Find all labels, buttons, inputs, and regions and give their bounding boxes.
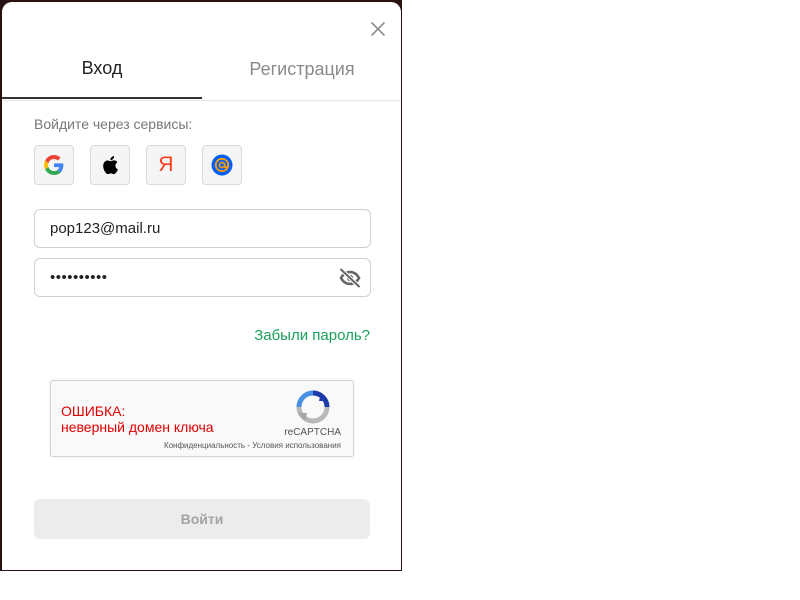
password-field[interactable]: ••••••••••: [34, 258, 371, 297]
services-label: Войдите через сервисы:: [34, 116, 193, 132]
recaptcha-error-message: неверный домен ключа: [61, 419, 214, 435]
password-input[interactable]: ••••••••••: [50, 269, 330, 286]
email-input[interactable]: [50, 220, 330, 237]
close-icon: [371, 22, 385, 36]
close-button[interactable]: [368, 19, 388, 39]
toggle-password-visibility-button[interactable]: [338, 267, 362, 289]
recaptcha-error: ОШИБКА: неверный домен ключа: [61, 403, 214, 435]
mailru-login-button[interactable]: [202, 145, 242, 185]
social-login-buttons: Я: [34, 145, 242, 185]
recaptcha-terms-link[interactable]: Условия использования: [252, 441, 341, 450]
auth-tabs: Вход Регистрация: [2, 40, 401, 101]
auth-modal: Вход Регистрация Войдите через сервисы: …: [2, 2, 401, 570]
apple-icon: [103, 156, 118, 175]
recaptcha-links: Конфиденциальность - Условия использован…: [164, 441, 341, 450]
google-icon: [44, 155, 64, 175]
tab-register[interactable]: Регистрация: [202, 40, 402, 99]
yandex-login-button[interactable]: Я: [146, 145, 186, 185]
email-field[interactable]: [34, 209, 371, 248]
recaptcha-logo-icon: [296, 390, 330, 424]
login-submit-button[interactable]: Войти: [34, 499, 370, 539]
forgot-password-link[interactable]: Забыли пароль?: [254, 327, 370, 344]
recaptcha-error-title: ОШИБКА:: [61, 403, 126, 419]
mailru-icon: [211, 154, 233, 176]
apple-login-button[interactable]: [90, 145, 130, 185]
recaptcha-widget: ОШИБКА: неверный домен ключа reCAPTCHA К…: [50, 380, 354, 457]
eye-off-icon: [339, 268, 361, 288]
tab-login[interactable]: Вход: [2, 40, 202, 99]
recaptcha-privacy-link[interactable]: Конфиденциальность: [164, 441, 245, 450]
google-login-button[interactable]: [34, 145, 74, 185]
yandex-icon: Я: [158, 153, 174, 176]
recaptcha-brand: reCAPTCHA: [284, 427, 341, 438]
